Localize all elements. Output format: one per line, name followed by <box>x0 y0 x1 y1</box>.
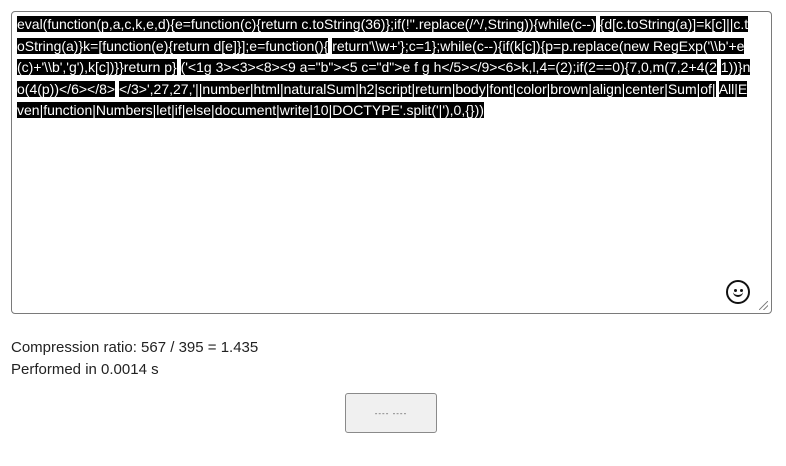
performed-time-text: Performed in 0.0014 s <box>11 361 159 378</box>
resize-grip-icon[interactable] <box>759 301 768 310</box>
code-line: ('<1g 3><3><8><9 a="b"><5 c="d">e f g h<… <box>180 59 717 75</box>
code-line: eval(function(p,a,c,k,e,d){e=function(c)… <box>17 16 596 32</box>
code-text[interactable]: eval(function(p,a,c,k,e,d){e=function(c)… <box>17 14 752 122</box>
code-line: </3>',27,27,'||number|html|naturalSum|h2… <box>118 80 716 97</box>
smiley-icon[interactable] <box>726 280 750 304</box>
compression-ratio-text: Compression ratio: 567 / 395 = 1.435 <box>11 339 259 356</box>
page: eval(function(p,a,c,k,e,d){e=function(c)… <box>0 0 786 466</box>
smiley-mouth <box>733 291 743 297</box>
action-button[interactable]: ---- ---- <box>345 393 437 433</box>
